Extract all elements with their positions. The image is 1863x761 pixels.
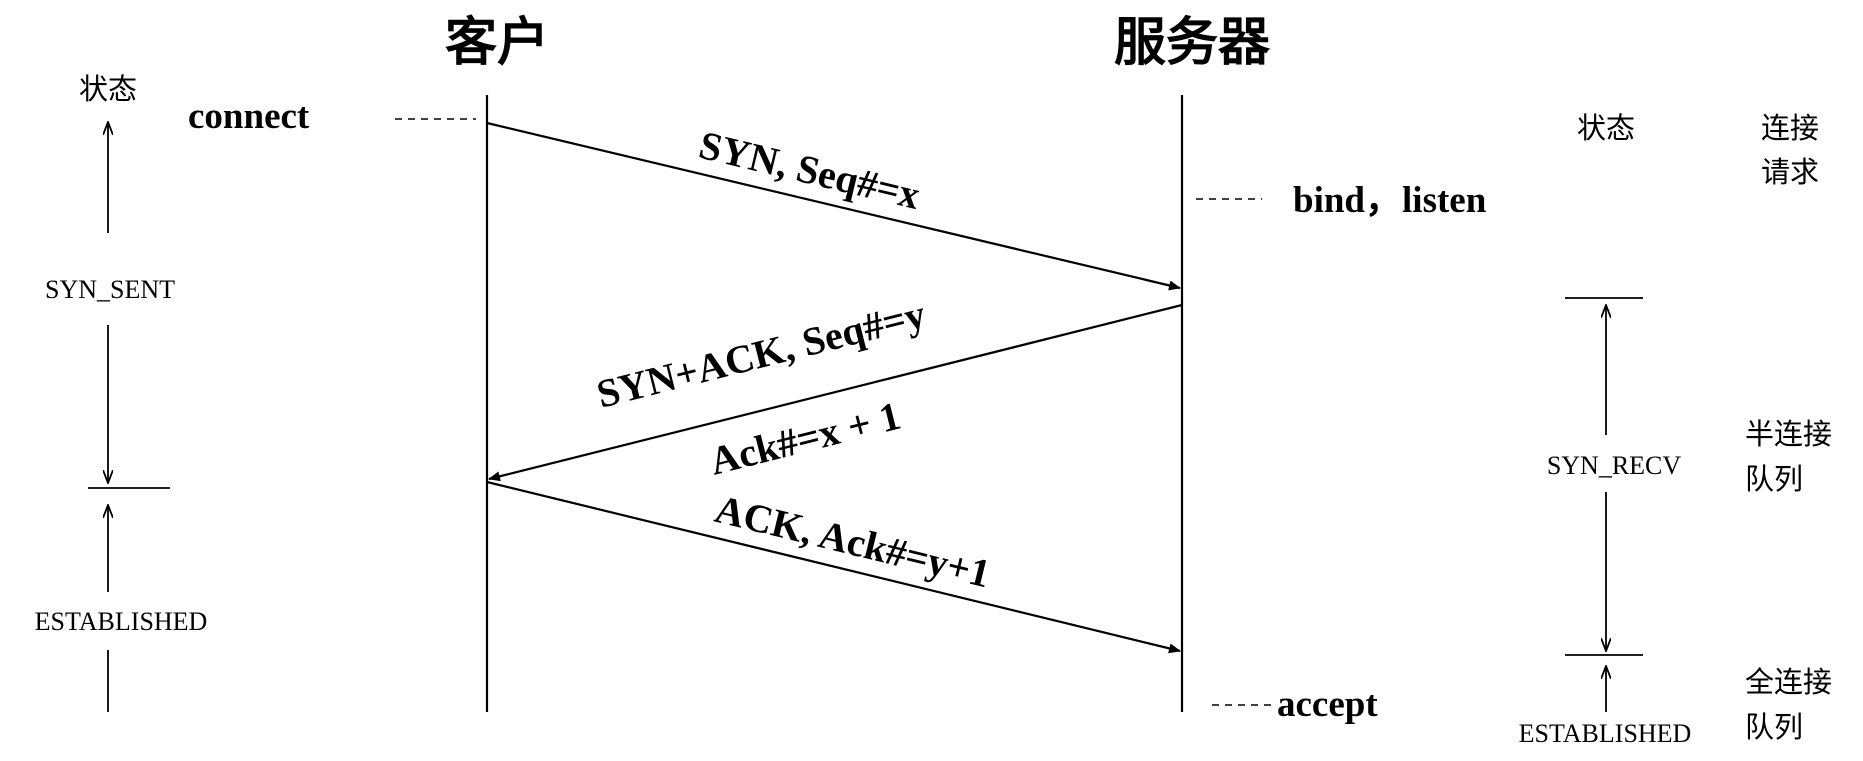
server-accept-label: accept — [1277, 684, 1378, 725]
client-state-heading: 状态 — [79, 73, 137, 106]
client-connect-label: connect — [188, 96, 310, 137]
server-syn-recv-state: SYN_RECV — [1547, 451, 1682, 480]
server-title: 服务器 — [1114, 14, 1271, 72]
ack-arrow — [486, 480, 1181, 654]
tcp-handshake-diagram: 客户 服务器 connect bind，listen accept SYN, S… — [35, 14, 1832, 748]
request-queue-label-line1: 连接 — [1761, 112, 1819, 145]
full-connection-queue-label-line1: 全连接 — [1745, 666, 1832, 699]
client-title: 客户 — [445, 14, 549, 72]
request-queue-label-line2: 请求 — [1761, 156, 1819, 189]
server-established-state: ESTABLISHED — [1519, 719, 1692, 748]
ack-message-label: ACK, Ack#=y+1 — [711, 486, 995, 596]
synack-message-label-line2: Ack#=x + 1 — [705, 393, 905, 484]
half-connection-queue-label-line2: 队列 — [1745, 463, 1803, 496]
syn-arrow — [486, 121, 1181, 291]
server-state-heading: 状态 — [1577, 112, 1635, 145]
half-connection-queue-label-line1: 半连接 — [1745, 418, 1832, 451]
syn-message-label: SYN, Seq#=x — [695, 122, 924, 218]
client-syn-sent-state: SYN_SENT — [45, 275, 175, 304]
server-bind-listen-label: bind，listen — [1293, 180, 1487, 221]
client-established-state: ESTABLISHED — [35, 607, 208, 636]
full-connection-queue-label-line2: 队列 — [1745, 711, 1803, 744]
